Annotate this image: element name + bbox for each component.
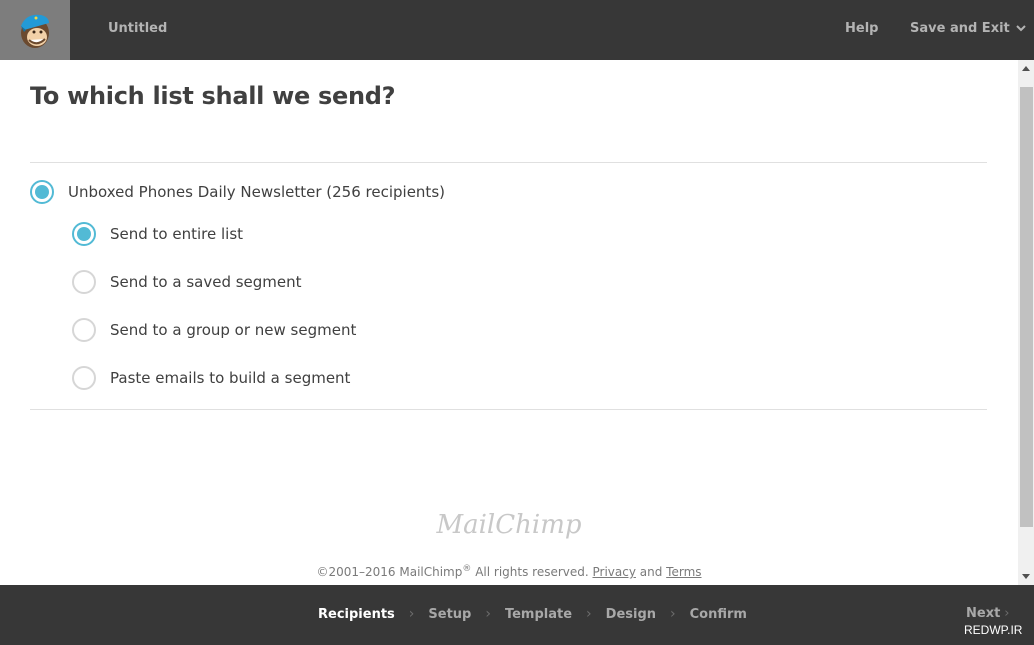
segment-option-paste-emails[interactable]: Paste emails to build a segment xyxy=(72,366,350,390)
radio-unchecked-icon[interactable] xyxy=(72,366,96,390)
segment-option-label: Send to a saved segment xyxy=(110,273,302,291)
divider-bottom xyxy=(30,409,987,410)
segment-option-label: Send to a group or new segment xyxy=(110,321,357,339)
save-and-exit-button[interactable]: Save and Exit xyxy=(910,21,1026,36)
step-template[interactable]: Template xyxy=(505,607,572,622)
rights-text: All rights reserved. xyxy=(471,565,593,579)
wizard-bar: Recipients › Setup › Template › Design ›… xyxy=(0,585,1034,645)
segment-option-entire-list[interactable]: Send to entire list xyxy=(72,222,243,246)
copyright-text: ©2001–2016 MailChimp® All rights reserve… xyxy=(0,564,1018,579)
list-option-radio[interactable]: Unboxed Phones Daily Newsletter (256 rec… xyxy=(30,180,445,204)
logo-button[interactable] xyxy=(0,0,70,60)
vertical-scrollbar[interactable] xyxy=(1018,60,1034,585)
chevron-right-icon: › xyxy=(586,606,592,622)
scroll-thumb[interactable] xyxy=(1020,87,1033,527)
campaign-title[interactable]: Untitled xyxy=(108,21,167,36)
and-text: and xyxy=(635,565,667,579)
step-recipients[interactable]: Recipients xyxy=(318,607,395,622)
segment-option-group-or-new[interactable]: Send to a group or new segment xyxy=(72,318,356,342)
radio-checked-icon[interactable] xyxy=(30,180,54,204)
help-link[interactable]: Help xyxy=(845,21,878,36)
scroll-down-arrow-icon[interactable] xyxy=(1022,574,1030,579)
save-and-exit-label: Save and Exit xyxy=(910,21,1010,36)
segment-option-saved-segment[interactable]: Send to a saved segment xyxy=(72,270,302,294)
privacy-link[interactable]: Privacy xyxy=(593,565,636,579)
watermark-text: REDWP.IR xyxy=(964,623,1023,637)
step-design[interactable]: Design xyxy=(606,607,656,622)
chevron-right-icon: › xyxy=(408,606,415,622)
page-title: To which list shall we send? xyxy=(30,82,396,110)
divider-top xyxy=(30,162,987,163)
mailchimp-logo-icon xyxy=(21,14,49,48)
radio-checked-icon[interactable] xyxy=(72,222,96,246)
scroll-up-arrow-icon[interactable] xyxy=(1022,66,1030,71)
main-content: To which list shall we send? Unboxed Pho… xyxy=(0,60,1018,585)
radio-unchecked-icon[interactable] xyxy=(72,270,96,294)
segment-option-label: Send to entire list xyxy=(110,225,244,243)
list-option-label: Unboxed Phones Daily Newsletter (256 rec… xyxy=(68,183,445,201)
top-bar: Untitled Help Save and Exit xyxy=(0,0,1034,60)
chevron-down-icon xyxy=(1016,25,1026,32)
chevron-right-icon: › xyxy=(485,606,491,622)
next-label: Next xyxy=(966,606,1001,621)
chevron-right-icon: › xyxy=(1004,606,1010,621)
terms-link[interactable]: Terms xyxy=(666,565,701,579)
segment-option-label: Paste emails to build a segment xyxy=(110,369,351,387)
next-button[interactable]: Next › xyxy=(966,606,1010,621)
radio-unchecked-icon[interactable] xyxy=(72,318,96,342)
chevron-right-icon: › xyxy=(670,606,676,622)
mailchimp-wordmark: MailChimp xyxy=(436,510,582,540)
step-setup[interactable]: Setup xyxy=(428,607,471,622)
step-confirm[interactable]: Confirm xyxy=(690,607,747,622)
wizard-steps: Recipients › Setup › Template › Design ›… xyxy=(318,606,747,622)
copyright-prefix: ©2001–2016 MailChimp xyxy=(316,565,463,579)
